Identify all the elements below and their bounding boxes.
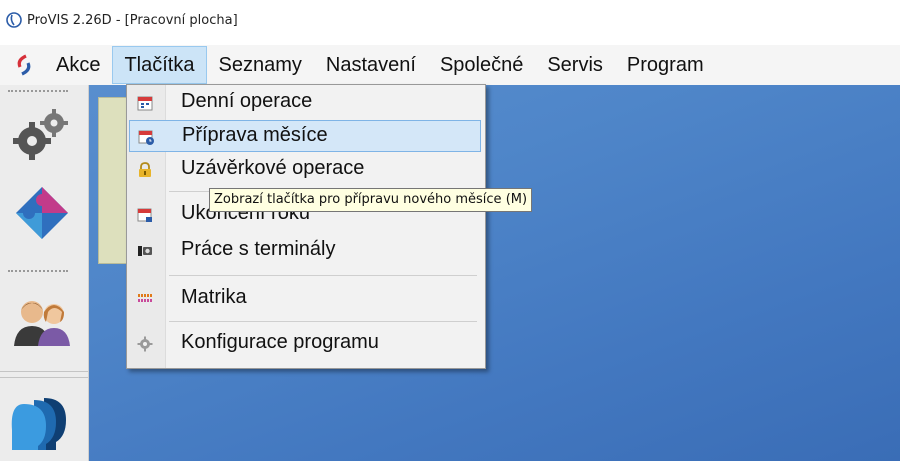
menu-separator — [169, 275, 477, 276]
menu-item-label: Příprava měsíce — [182, 124, 328, 146]
menu-item-uzaverkove-operace[interactable]: Uzávěrkové operace — [129, 154, 481, 186]
calendar-year-icon — [137, 208, 152, 222]
menu-bar: Akce Tlačítka Seznamy Nastavení Společné… — [0, 45, 900, 85]
menu-item-label: Konfigurace programu — [181, 331, 379, 353]
heads-icon[interactable] — [10, 390, 74, 450]
menu-servis[interactable]: Servis — [535, 46, 615, 84]
tlacitka-dropdown-menu: Denní operace Příprava měsíce Uzávěrkové… — [126, 84, 486, 369]
menu-item-label: Uzávěrkové operace — [181, 157, 365, 179]
gear-icon — [137, 336, 153, 352]
users-icon[interactable] — [10, 290, 74, 350]
menu-tlacitka[interactable]: Tlačítka — [112, 46, 207, 84]
menu-item-prace-s-terminaly[interactable]: Práce s terminály — [129, 235, 481, 267]
menu-item-konfigurace-programu[interactable]: Konfigurace programu — [129, 328, 481, 360]
title-bar: ProVIS 2.26D - [Pracovní plocha] — [0, 0, 900, 40]
window-title: ProVIS 2.26D - [Pracovní plocha] — [27, 12, 238, 28]
terminal-icon — [138, 246, 152, 256]
registry-icon — [138, 294, 152, 302]
menu-item-denni-operace[interactable]: Denní operace — [129, 87, 481, 119]
menu-akce[interactable]: Akce — [44, 46, 112, 84]
tooltip: Zobrazí tlačítka pro přípravu nového měs… — [209, 188, 533, 212]
menu-item-label: Práce s terminály — [181, 238, 336, 260]
gears-icon[interactable] — [10, 103, 74, 163]
left-toolbar — [0, 85, 89, 461]
toolbar-grip[interactable] — [8, 90, 68, 92]
menu-item-label: Denní operace — [181, 90, 313, 112]
toolbar-separator — [0, 371, 88, 372]
menu-separator — [169, 321, 477, 322]
calendar-day-icon — [137, 96, 153, 111]
menu-item-label: Matrika — [181, 286, 247, 308]
menu-item-matrika[interactable]: Matrika — [129, 283, 481, 315]
toolbar-grip[interactable] — [8, 270, 68, 272]
menu-spolecne[interactable]: Společné — [428, 46, 535, 84]
menu-item-priprava-mesice[interactable]: Příprava měsíce — [129, 120, 481, 152]
provis-logo-icon — [17, 54, 31, 76]
menu-seznamy[interactable]: Seznamy — [207, 46, 314, 84]
lock-icon — [139, 162, 151, 177]
app-logo-icon — [6, 12, 22, 28]
menu-program[interactable]: Program — [615, 46, 716, 84]
toolbar-separator — [0, 377, 88, 378]
calendar-clock-icon — [138, 130, 154, 145]
menu-nastaveni[interactable]: Nastavení — [314, 46, 428, 84]
puzzle-icon[interactable] — [10, 183, 74, 243]
